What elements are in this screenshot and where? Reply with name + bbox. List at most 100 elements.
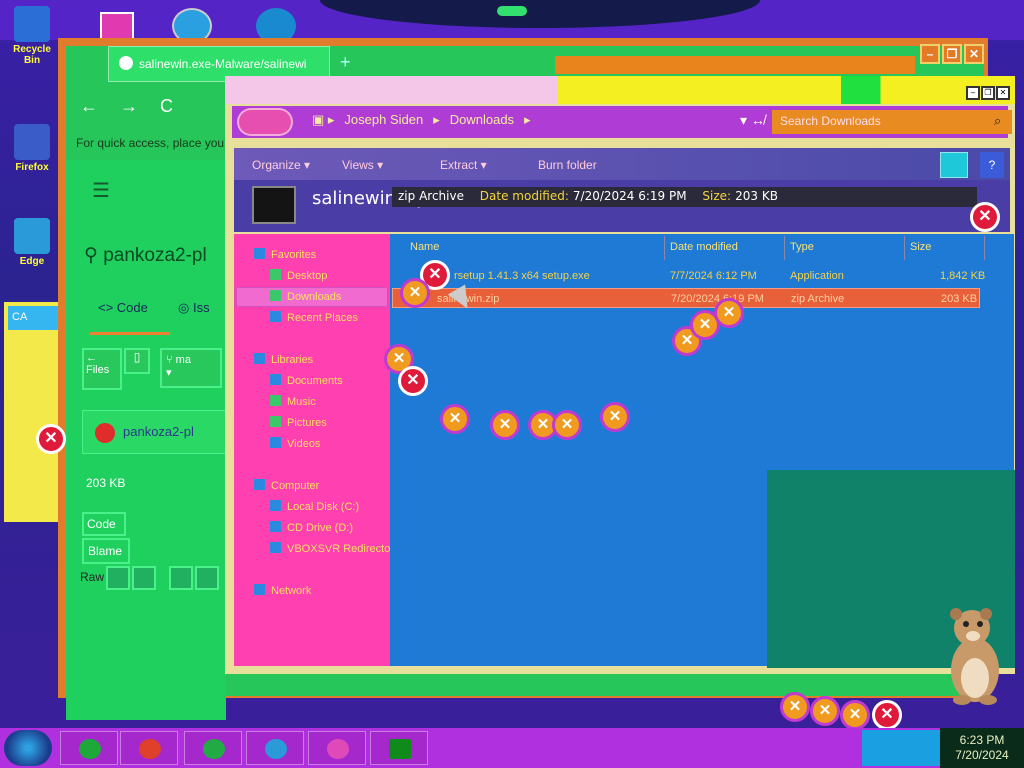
latest-commit-row[interactable]: pankoza2-pl: [82, 410, 242, 454]
file-row[interactable]: rsetup 1.41.3 x64 setup.exe 7/7/2024 6:1…: [392, 266, 985, 286]
taskbar-button-explorer[interactable]: [60, 731, 118, 765]
branch-icon: ⑂: [166, 354, 176, 366]
documents-icon: [270, 374, 281, 385]
nav-label: VBOXSVR Redirector: [287, 543, 394, 555]
column-header-date[interactable]: Date modified: [670, 241, 738, 253]
column-header-type[interactable]: Type: [790, 241, 814, 253]
nav-item-downloads[interactable]: Downloads: [270, 290, 341, 303]
breadcrumb-item[interactable]: Joseph Siden: [344, 112, 423, 127]
nav-item-vboxsvr[interactable]: VBOXSVR Redirector: [270, 542, 394, 555]
warning-icon: ✕: [552, 410, 582, 440]
tab-code[interactable]: <> Code: [98, 300, 148, 315]
nav-item-documents[interactable]: Documents: [270, 374, 343, 387]
desktop-icon-label: Recycle Bin: [13, 44, 51, 66]
clock[interactable]: 6:23 PM 7/20/2024: [940, 728, 1024, 768]
network-icon: [254, 584, 265, 595]
taskbar-button-chrome[interactable]: [120, 731, 178, 765]
nav-item-local-disk[interactable]: Local Disk (C:): [270, 500, 359, 513]
minimize-button[interactable]: –: [920, 44, 940, 64]
warning-icon: ✕: [490, 410, 520, 440]
desktop-icon-firefox[interactable]: Firefox: [6, 122, 58, 180]
system-tray[interactable]: [862, 730, 940, 766]
breadcrumb[interactable]: ▣ ▸ Joseph Siden ▸ Downloads ▸: [312, 112, 722, 132]
background-window[interactable]: [4, 302, 58, 522]
files-button[interactable]: ← Files: [82, 348, 122, 390]
reload-button[interactable]: C: [160, 96, 173, 116]
desktop-icon-label: Edge: [19, 256, 45, 267]
warning-icon: ✕: [400, 278, 430, 308]
nav-item-pictures[interactable]: Pictures: [270, 416, 327, 429]
file-name: rsetup 1.41.3 x64 setup.exe: [454, 270, 590, 282]
menu-icon[interactable]: ☰: [92, 178, 110, 203]
desktop-icon-recycle-bin[interactable]: Recycle Bin: [6, 4, 58, 66]
desktop-icon-edge[interactable]: Edge: [6, 216, 58, 274]
repo-title[interactable]: ⚲ pankoza2-pl: [84, 244, 207, 267]
raw-button[interactable]: Raw: [80, 570, 104, 584]
edge-icon: [14, 218, 50, 254]
nav-libraries[interactable]: Libraries: [254, 353, 313, 366]
nav-favorites[interactable]: Favorites: [254, 248, 316, 261]
hamster-mascot-image: [950, 608, 999, 705]
explorer-titlebar[interactable]: [225, 76, 1015, 104]
back-button[interactable]: ←: [80, 96, 98, 116]
tab-underline: [90, 332, 170, 335]
organize-button[interactable]: Organize ▾: [252, 158, 310, 172]
maximize-button[interactable]: ❐: [981, 86, 995, 100]
refresh-button[interactable]: ▾ ↮: [740, 112, 765, 129]
close-button[interactable]: ✕: [964, 44, 984, 64]
search-input[interactable]: Search Downloads: [772, 110, 1012, 134]
branch-selector[interactable]: ⑂ ma ▾: [160, 348, 222, 388]
browser-tab-title: salinewin.exe-Malware/salinewi: [139, 57, 307, 71]
details-type: zip Archive: [398, 189, 464, 203]
column-header-size[interactable]: Size: [910, 241, 931, 253]
folder-icon: ▣ ▸: [312, 112, 335, 127]
drive-icon: [270, 500, 281, 511]
help-icon[interactable]: ?: [980, 152, 1004, 178]
error-icon: ✕: [36, 424, 66, 454]
code-view-button[interactable]: Code: [82, 512, 126, 536]
start-button[interactable]: [4, 730, 52, 766]
command-bar: Organize ▾ Views ▾ Extract ▾ Burn folder: [234, 148, 1010, 180]
new-tab-button[interactable]: +: [340, 52, 351, 73]
nav-item-desktop[interactable]: Desktop: [270, 269, 327, 282]
side-panel-button[interactable]: ▯: [124, 348, 150, 374]
file-row-selected[interactable]: salinewin.zip 7/20/2024 6:19 PM zip Arch…: [392, 288, 980, 308]
minimize-button[interactable]: –: [966, 86, 980, 100]
extract-button[interactable]: Extract ▾: [440, 158, 487, 172]
taskbar-button-app[interactable]: [370, 731, 428, 765]
back-forward-buttons[interactable]: [237, 108, 293, 136]
burn-button[interactable]: Burn folder: [538, 158, 597, 172]
column-header-name[interactable]: Name: [410, 241, 439, 253]
tab-issues[interactable]: ◎ Iss: [178, 300, 210, 316]
videos-icon: [270, 437, 281, 448]
blame-view-button[interactable]: Blame: [82, 538, 130, 564]
search-icon[interactable]: ⌕: [994, 113, 1001, 129]
firefox-icon: [14, 124, 50, 160]
warning-icon: ✕: [780, 692, 810, 722]
nav-item-videos[interactable]: Videos: [270, 437, 320, 450]
nav-item-cd-drive[interactable]: CD Drive (D:): [270, 521, 353, 534]
taskbar-button-paint[interactable]: [308, 731, 366, 765]
edit-icon[interactable]: [169, 566, 194, 590]
taskbar-button-media[interactable]: [246, 731, 304, 765]
copy-icon[interactable]: [106, 566, 131, 590]
folder-icon: [79, 739, 101, 759]
nav-network[interactable]: Network: [254, 584, 311, 597]
nav-item-music[interactable]: Music: [270, 395, 316, 408]
download-icon[interactable]: [132, 566, 157, 590]
taskbar-button-ie[interactable]: [184, 731, 242, 765]
breadcrumb-item[interactable]: Downloads: [450, 112, 514, 127]
change-view-icon[interactable]: [940, 152, 968, 178]
maximize-button[interactable]: ❐: [942, 44, 962, 64]
chevron-down-icon[interactable]: [195, 566, 220, 590]
forward-button[interactable]: →: [120, 96, 138, 116]
nav-item-recent[interactable]: Recent Places: [270, 311, 358, 324]
paint-icon: [327, 739, 349, 759]
nav-label: Pictures: [287, 417, 327, 429]
details-size: 203 KB: [735, 189, 778, 203]
nav-computer[interactable]: Computer: [254, 479, 319, 492]
close-button[interactable]: ✕: [996, 86, 1010, 100]
browser-nav: ← → C: [80, 96, 195, 117]
bookmarks-bar-hint: For quick access, place your: [76, 136, 229, 150]
views-button[interactable]: Views ▾: [342, 158, 383, 172]
